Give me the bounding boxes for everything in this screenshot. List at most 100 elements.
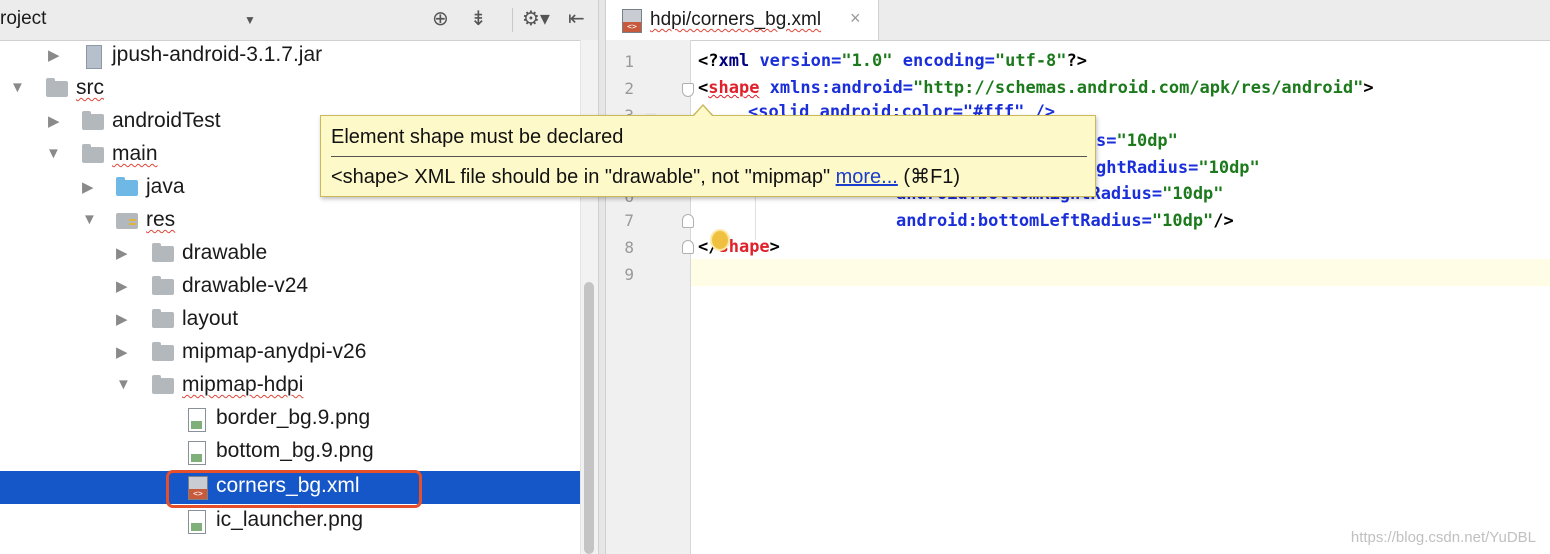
code-token: "10dp" <box>1162 184 1224 204</box>
tree-item-border-bg[interactable]: border_bg.9.png <box>0 403 580 436</box>
code-token: "http://schemas.android.com/apk/res/andr… <box>912 78 1364 98</box>
tree-item-label: src <box>76 76 104 99</box>
expand-arrow-icon[interactable]: ▶ <box>116 343 128 361</box>
code-line-5[interactable]: ghtRadius="10dp" <box>1096 158 1260 178</box>
tree-item-jar[interactable]: jpush-android-3.1.7.jar ▶ <box>0 40 580 73</box>
code-token: "10dp" <box>1198 158 1260 178</box>
tree-item-bottom-bg[interactable]: bottom_bg.9.png <box>0 436 580 469</box>
folder-icon <box>152 276 174 295</box>
code-token: > <box>769 237 780 257</box>
image-file-icon <box>188 510 206 534</box>
tree-item-src[interactable]: ▼ src <box>0 73 580 106</box>
code-token: version= <box>749 51 842 71</box>
hide-panel-icon[interactable]: ⇤ <box>568 6 585 32</box>
java-folder-icon <box>116 177 138 196</box>
watermark: https://blog.csdn.net/YuDBL <box>1350 529 1536 546</box>
expand-arrow-icon[interactable]: ▶ <box>48 46 60 64</box>
code-token: "utf-8" <box>994 51 1067 71</box>
collapse-arrow-icon[interactable]: ▼ <box>116 376 131 393</box>
collapse-arrow-icon[interactable]: ▼ <box>10 79 25 96</box>
gear-icon[interactable]: ⚙▾ <box>522 6 550 32</box>
tree-item-drawable[interactable]: ▶ drawable <box>0 238 580 271</box>
tab-corners-bg-xml[interactable]: hdpi/corners_bg.xml × <box>606 0 879 40</box>
line-number: 2 <box>624 79 634 98</box>
tree-item-label: border_bg.9.png <box>216 406 371 429</box>
tree-item-label: main <box>112 142 158 165</box>
folder-icon <box>152 309 174 328</box>
expand-arrow-icon[interactable]: ▶ <box>82 178 94 196</box>
fold-start-icon[interactable] <box>682 83 694 97</box>
tooltip-message: <shape> XML file should be in "drawable"… <box>331 166 836 188</box>
code-token: encoding= <box>892 51 995 71</box>
expand-arrow-icon[interactable]: ▶ <box>116 244 128 262</box>
panel-splitter[interactable] <box>598 0 606 554</box>
fold-end-icon[interactable] <box>682 214 694 228</box>
collapse-arrow-icon[interactable]: ▼ <box>46 145 61 162</box>
code-token: "1.0" <box>841 51 893 71</box>
code-line-2[interactable]: <shape xmlns:android="http://schemas.and… <box>698 78 1374 98</box>
tree-item-drawable-v24[interactable]: ▶ drawable-v24 <box>0 271 580 304</box>
collapse-icon[interactable]: ⇟ <box>470 6 487 32</box>
tree-item-label: ic_launcher.png <box>216 508 364 531</box>
error-tooltip: Element shape must be declared <shape> X… <box>320 115 1096 197</box>
code-token: xmlns:android= <box>759 78 913 98</box>
project-view-title[interactable]: roject <box>0 8 46 30</box>
toolbar-divider <box>512 8 513 32</box>
folder-icon <box>152 243 174 262</box>
code-line-1[interactable]: <?xml version="1.0" encoding="utf-8"?> <box>698 51 1087 71</box>
code-token: < <box>698 78 709 98</box>
xml-file-icon <box>622 9 642 33</box>
image-file-icon <box>188 408 206 432</box>
highlight-annotation <box>166 470 422 508</box>
tooltip-body: <shape> XML file should be in "drawable"… <box>331 164 960 189</box>
tree-item-res[interactable]: ▼ res <box>0 205 580 238</box>
code-token: xml <box>718 51 750 71</box>
tree-item-label: mipmap-anydpi-v26 <box>182 340 367 363</box>
tree-item-layout[interactable]: ▶ layout <box>0 304 580 337</box>
tree-item-label: res <box>146 208 176 231</box>
folder-icon <box>152 342 174 361</box>
fold-end-icon[interactable] <box>682 240 694 254</box>
tree-item-label: drawable <box>182 241 268 264</box>
line-number: 1 <box>624 52 634 71</box>
tree-item-mipmap-hdpi[interactable]: ▼ mipmap-hdpi <box>0 370 580 403</box>
chevron-down-icon[interactable]: ▼ <box>244 13 256 27</box>
code-token: > <box>1363 78 1374 98</box>
project-panel: roject ▼ ⊕ ⇟ ⚙▾ ⇤ jpush-android-3.1.7.ja… <box>0 0 599 554</box>
resource-folder-icon <box>116 213 138 229</box>
editor-panel: hdpi/corners_bg.xml × 1 2 3 4 5 6 7 8 9 … <box>606 0 1550 554</box>
intention-bulb-icon[interactable] <box>712 231 728 249</box>
editor-tab-bar: hdpi/corners_bg.xml × <box>606 0 1550 41</box>
tree-item-label: java <box>146 175 185 198</box>
line-number: 8 <box>624 238 634 257</box>
close-icon[interactable]: × <box>850 8 861 29</box>
tooltip-shortcut: (⌘F1) <box>897 166 961 188</box>
tooltip-pointer-fill <box>694 106 712 116</box>
target-icon[interactable]: ⊕ <box>432 6 449 32</box>
tree-item-label: androidTest <box>112 109 221 132</box>
tree-item-mipmap-anydpi-v26[interactable]: ▶ mipmap-anydpi-v26 <box>0 337 580 370</box>
code-token: /> <box>1213 211 1234 231</box>
tree-item-ic-launcher[interactable]: ic_launcher.png <box>0 505 580 538</box>
collapse-arrow-icon[interactable]: ▼ <box>82 211 97 228</box>
code-token: ghtRadius= <box>1096 158 1199 178</box>
code-error-token: shape <box>708 78 760 98</box>
code-token: s= <box>1096 131 1117 151</box>
project-panel-header: roject ▼ ⊕ ⇟ ⚙▾ ⇤ <box>0 0 598 41</box>
current-line-highlight <box>691 259 1550 286</box>
code-line-8[interactable]: </shape> <box>698 237 780 257</box>
code-token: <? <box>698 51 719 71</box>
expand-arrow-icon[interactable]: ▶ <box>116 277 128 295</box>
tree-item-label: jpush-android-3.1.7.jar <box>112 43 323 66</box>
code-line-4[interactable]: s="10dp" <box>1096 131 1178 151</box>
expand-arrow-icon[interactable]: ▶ <box>116 310 128 328</box>
expand-arrow-icon[interactable]: ▶ <box>48 112 60 130</box>
code-token: ?> <box>1066 51 1088 71</box>
code-token: android:bottomLeftRadius= <box>896 211 1152 231</box>
tooltip-title: Element shape must be declared <box>331 126 624 148</box>
project-scrollbar-thumb[interactable] <box>584 282 594 554</box>
code-line-7[interactable]: android:bottomLeftRadius="10dp"/> <box>896 211 1234 231</box>
tooltip-divider <box>331 156 1087 157</box>
more-link[interactable]: more... <box>836 166 898 188</box>
code-token: "10dp" <box>1151 211 1214 231</box>
